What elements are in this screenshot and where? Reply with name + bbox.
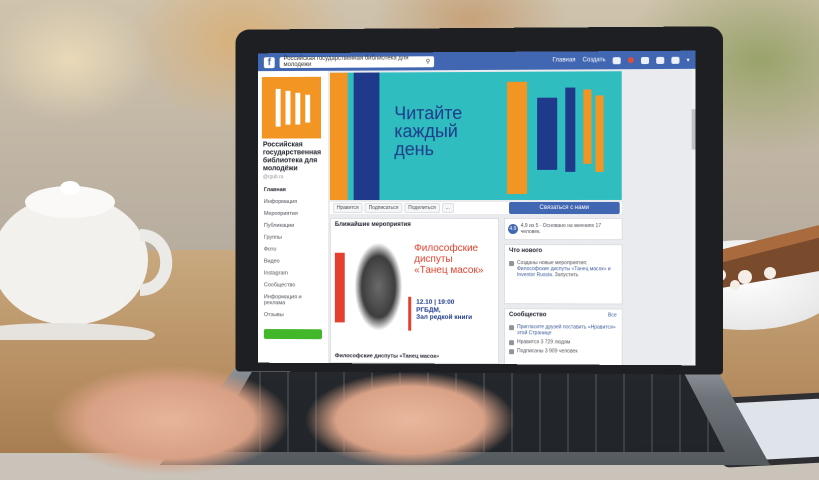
- sidebar-item-community[interactable]: Сообщество: [258, 279, 328, 291]
- sidebar-item-photos[interactable]: Фото: [258, 244, 328, 256]
- poster-title: Философские диспуты «Танец масок»: [414, 243, 483, 276]
- like-page-button[interactable]: Нравится: [332, 203, 363, 213]
- page-name: Российская государственная библиотека дл…: [262, 141, 322, 173]
- cover-orange-bar-3: [583, 89, 592, 164]
- poster-date: 12.10 | 19:00: [416, 298, 455, 306]
- thinker-statue-image: [348, 236, 407, 341]
- more-options-button[interactable]: ...: [441, 203, 454, 213]
- cover-image[interactable]: Читайте каждый день: [329, 71, 622, 201]
- community-likes: Нравится 3 729 людям: [509, 339, 618, 346]
- cover-line-2: каждый: [394, 121, 458, 142]
- sidebar-item-instagram[interactable]: Instagram: [258, 267, 328, 279]
- nav-home-link[interactable]: Главная: [553, 57, 576, 63]
- sidebar-item-reviews[interactable]: Отзывы: [258, 309, 328, 321]
- sidebar-item-home[interactable]: Главная: [258, 184, 328, 196]
- sidebar-item-videos[interactable]: Видео: [258, 256, 328, 268]
- invite-friends-link[interactable]: Пригласите друзей поставить «Нравится» э…: [517, 324, 618, 337]
- whats-new-card: Что нового Созданы новые мероприятия: Фи…: [504, 244, 623, 305]
- search-icon[interactable]: ⚲: [426, 58, 430, 65]
- white-teapot: [0, 181, 173, 340]
- follow-page-button[interactable]: Подписаться: [364, 203, 403, 213]
- community-followers: Подписаны 3 909 человек: [509, 348, 618, 355]
- top-nav: Главная Создать ▾: [553, 56, 690, 64]
- sidebar-item-info[interactable]: Информация: [258, 196, 328, 208]
- community-see-all-link[interactable]: Все: [608, 313, 617, 319]
- sidebar-item-posts[interactable]: Публикации: [258, 220, 328, 232]
- cover-navy-bar-2: [537, 97, 558, 170]
- search-value: Российская государственная библиотека дл…: [283, 55, 409, 69]
- community-invite: Пригласите друзей поставить «Нравится» э…: [509, 324, 618, 337]
- sidebar-green-button[interactable]: [263, 329, 323, 340]
- bell-icon[interactable]: [656, 56, 665, 64]
- left-hand: [40, 360, 290, 480]
- nav-create-link[interactable]: Создать: [583, 57, 606, 63]
- cover-line-1: Читайте: [394, 103, 463, 124]
- likes-count: Нравится 3 729 людям: [517, 339, 571, 346]
- poster-title-line-2: диспуты: [414, 253, 453, 265]
- share-page-button[interactable]: Поделиться: [404, 203, 440, 213]
- right-hand: [290, 370, 520, 470]
- rating-badge: 4.9: [508, 224, 518, 235]
- calendar-icon: [509, 261, 515, 267]
- cover-navy-bar: [353, 72, 380, 201]
- followers-count: Подписаны 3 909 человек: [517, 348, 578, 355]
- library-logo[interactable]: [261, 76, 322, 139]
- poster-title-line-1: Философские: [414, 242, 479, 255]
- rating-card: 4.9 4,9 из 5 · Основано на мнениях 17 че…: [504, 218, 623, 241]
- cover-slogan: Читайте каждый день: [394, 103, 463, 160]
- poster-red-bar: [334, 252, 345, 323]
- followers-icon: [509, 349, 515, 355]
- cover-orange-bar: [329, 72, 348, 201]
- facebook-top-bar: f Российская государственная библиотека …: [257, 50, 696, 72]
- facebook-logo-icon[interactable]: f: [263, 56, 275, 68]
- friends-icon[interactable]: [612, 56, 621, 64]
- cover-navy-bar-3: [565, 87, 576, 172]
- page-handle[interactable]: @rgub.ru: [258, 173, 328, 184]
- poster-details: 12.10 | 19:00 РГБДМ, Зал редкой книги: [416, 299, 472, 322]
- messenger-icon[interactable]: [640, 56, 650, 64]
- cover-line-3: день: [394, 139, 434, 160]
- events-heading: Ближайшие мероприятия: [334, 221, 411, 228]
- whats-new-item: Созданы новые мероприятия: Философские д…: [509, 260, 618, 278]
- whats-new-heading: Что нового: [509, 248, 543, 255]
- cover-orange-bar-2: [507, 81, 528, 194]
- community-heading: Сообщество: [509, 312, 547, 319]
- poster-title-line-3: «Танец масок»: [414, 264, 484, 277]
- community-card: Сообщество Все Пригласите друзей постави…: [504, 308, 623, 366]
- event-title-link[interactable]: Философские диспуты «Танец масок»: [335, 353, 439, 360]
- chevron-down-icon[interactable]: ▾: [687, 56, 690, 63]
- rating-text[interactable]: 4,9 из 5 · Основано на мнениях 17 челове…: [521, 223, 619, 235]
- thumbs-up-icon: [509, 340, 515, 346]
- poster-hall: Зал редкой книги: [416, 313, 473, 321]
- search-input[interactable]: Российская государственная библиотека дл…: [279, 55, 435, 69]
- laptop-screen: f Российская государственная библиотека …: [257, 50, 696, 366]
- notifications-badge-icon[interactable]: [627, 57, 634, 64]
- poster-red-rule: [408, 296, 412, 331]
- cover-orange-bar-4: [595, 95, 604, 172]
- sidebar-item-groups[interactable]: Группы: [258, 232, 328, 244]
- contact-us-button[interactable]: Связаться с нами: [509, 201, 620, 215]
- invite-icon: [509, 325, 515, 331]
- whats-new-suffix: Запустить: [554, 272, 579, 279]
- help-icon[interactable]: [671, 56, 680, 64]
- sidebar-menu: Главная Информация Мероприятия Публикаци…: [258, 184, 328, 321]
- sidebar-item-ads-info[interactable]: Информация и реклама: [258, 291, 328, 309]
- page-scrollbar[interactable]: [691, 68, 696, 366]
- upcoming-events-card: Ближайшие мероприятия Философские диспут…: [329, 217, 500, 365]
- page-sidebar: Российская государственная библиотека дл…: [257, 70, 328, 364]
- sidebar-item-events[interactable]: Мероприятия: [258, 208, 328, 220]
- event-poster[interactable]: Философские диспуты «Танец масок» 12.10 …: [334, 232, 497, 348]
